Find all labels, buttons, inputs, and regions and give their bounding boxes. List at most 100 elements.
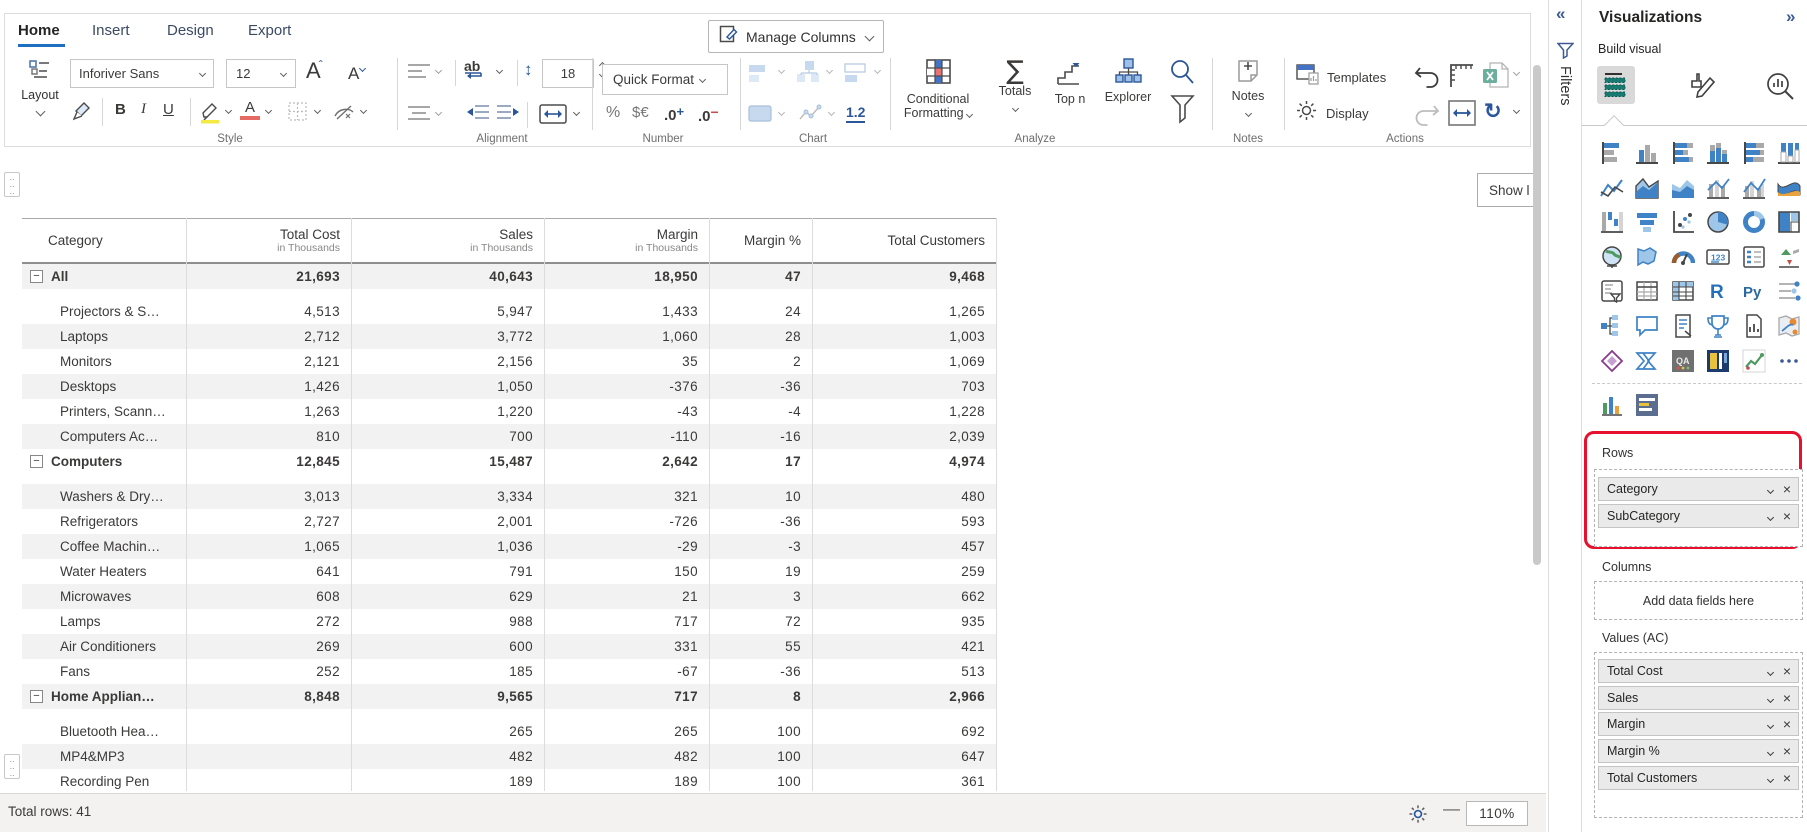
bold-button[interactable]: B xyxy=(115,101,126,118)
table-row[interactable]: Bluetooth Hea…265265100692 xyxy=(22,719,997,744)
visual-icon-qa-visual[interactable] xyxy=(1635,314,1659,338)
field-dropdown-icon[interactable] xyxy=(1768,717,1773,731)
chart-cell-button[interactable] xyxy=(748,104,774,129)
remove-field-icon[interactable]: × xyxy=(1783,481,1791,497)
remove-field-icon[interactable]: × xyxy=(1783,716,1791,732)
row-field-category[interactable]: Category× xyxy=(1598,477,1799,501)
table-row[interactable]: MP4&MP3482482100647 xyxy=(22,744,997,769)
search-icon[interactable] xyxy=(1168,58,1196,91)
visual-icon-line-clustered-column-chart[interactable] xyxy=(1742,176,1766,200)
decrease-font-button[interactable]: A xyxy=(348,64,365,84)
increase-decimal-button[interactable]: .0+ xyxy=(664,104,684,124)
remove-field-icon[interactable]: × xyxy=(1783,743,1791,759)
redo-button[interactable] xyxy=(1414,102,1440,131)
visual-icon-line-stacked-column-chart[interactable] xyxy=(1706,176,1730,200)
visual-icon-clustered-column-chart[interactable] xyxy=(1635,141,1659,165)
table-row[interactable]: −Home Applian…8,8489,56571782,966 xyxy=(22,684,997,709)
visual-icon-inforiver-charts[interactable] xyxy=(1600,393,1624,417)
resize-button[interactable] xyxy=(1448,62,1475,93)
highlight-color-button[interactable] xyxy=(198,100,222,129)
collapse-row-icon[interactable]: − xyxy=(30,270,43,283)
show-button[interactable]: Show l xyxy=(1477,173,1533,207)
value-field-total-customers[interactable]: Total Customers× xyxy=(1598,766,1799,790)
value-field-sales[interactable]: Sales× xyxy=(1598,686,1799,710)
table-row[interactable]: Washers & Dry…3,0133,33432110480 xyxy=(22,484,997,509)
visual-icon-funnel-chart[interactable] xyxy=(1635,210,1659,234)
explorer-button[interactable]: Explorer xyxy=(1098,58,1158,104)
analytics-tab[interactable] xyxy=(1766,72,1795,106)
tab-export[interactable]: Export xyxy=(248,22,291,39)
table-row[interactable]: Laptops2,7123,7721,060281,003 xyxy=(22,324,997,349)
vertical-scrollbar[interactable] xyxy=(1533,65,1541,565)
table-row[interactable]: Recording Pen189189100361 xyxy=(22,769,997,791)
visual-icon-pie-chart[interactable] xyxy=(1706,210,1730,234)
expand-filters-icon[interactable]: « xyxy=(1556,4,1565,24)
format-painter-icon[interactable] xyxy=(70,100,94,129)
column-header[interactable]: Total Customers xyxy=(813,219,997,262)
visual-icon-ribbon-chart[interactable] xyxy=(1777,176,1801,200)
table-row[interactable]: Fans252185-67-36513 xyxy=(22,659,997,684)
wrap-text-button[interactable]: ab xyxy=(464,58,486,80)
tab-design[interactable]: Design xyxy=(167,22,214,39)
visual-icon-valq[interactable] xyxy=(1742,349,1766,373)
visual-icon-metrics[interactable] xyxy=(1706,314,1730,338)
horizontal-align-button[interactable] xyxy=(407,105,431,126)
table-row[interactable]: Refrigerators2,7272,001-726-36593 xyxy=(22,509,997,534)
drag-handle-bottom[interactable]: ∙∙∙∙∙∙ xyxy=(4,754,20,779)
table-row[interactable]: Air Conditioners26960033155421 xyxy=(22,634,997,659)
visual-icon-treemap[interactable] xyxy=(1777,210,1801,234)
column-header[interactable]: Total Costin Thousands xyxy=(187,219,352,262)
italic-button[interactable]: I xyxy=(141,101,146,118)
visual-icon-scatter-chart[interactable] xyxy=(1671,210,1695,234)
table-row[interactable]: Printers, Scann…1,2631,220-43-41,228 xyxy=(22,399,997,424)
tab-insert[interactable]: Insert xyxy=(92,22,130,39)
visual-icon-stacked-area-chart[interactable] xyxy=(1671,176,1695,200)
status-settings-icon[interactable] xyxy=(1408,804,1428,829)
font-color-button[interactable]: A xyxy=(240,99,260,120)
visual-icon-kpi[interactable] xyxy=(1777,245,1801,269)
visual-icon-arcgis-map[interactable] xyxy=(1777,314,1801,338)
chart-combo-button[interactable] xyxy=(844,62,870,91)
fit-width-button[interactable] xyxy=(1448,100,1476,131)
totals-button[interactable]: ∑ Totals xyxy=(990,56,1040,116)
tab-home[interactable]: Home xyxy=(18,22,60,39)
visual-icon-line-chart[interactable] xyxy=(1600,176,1624,200)
field-dropdown-icon[interactable] xyxy=(1768,744,1773,758)
visual-icon-100-stacked-column-chart[interactable] xyxy=(1777,141,1801,165)
visual-icon-decomposition-tree[interactable] xyxy=(1600,314,1624,338)
increase-font-button[interactable]: Aˆ xyxy=(306,58,323,84)
zoom-out-button[interactable]: — xyxy=(1443,799,1460,819)
visual-icon-multi-row-card[interactable] xyxy=(1742,245,1766,269)
indent-decrease-button[interactable] xyxy=(466,104,490,127)
visual-icon-matrix[interactable] xyxy=(1671,279,1695,303)
vertical-align-button[interactable] xyxy=(407,63,431,84)
indent-increase-button[interactable] xyxy=(496,104,520,127)
chart-bar-button[interactable] xyxy=(748,62,774,91)
chart-hierarchy-button[interactable] xyxy=(796,60,822,91)
visual-icon-clustered-bar-chart[interactable] xyxy=(1600,141,1624,165)
field-dropdown-icon[interactable] xyxy=(1768,482,1773,496)
field-dropdown-icon[interactable] xyxy=(1768,509,1773,523)
collapse-pane-icon[interactable]: » xyxy=(1786,7,1795,27)
column-header[interactable]: Marginin Thousands xyxy=(545,219,710,262)
visual-icon-map[interactable] xyxy=(1600,245,1624,269)
visual-icon-table[interactable] xyxy=(1635,279,1659,303)
refresh-button[interactable]: ↻ xyxy=(1484,99,1502,124)
visual-icon-inforiver-qa[interactable]: QA xyxy=(1671,349,1695,373)
row-height-input[interactable]: 18 xyxy=(542,59,594,88)
remove-field-icon[interactable]: × xyxy=(1783,663,1791,679)
merge-cells-button[interactable] xyxy=(538,103,568,130)
zoom-level-box[interactable]: 110% xyxy=(1466,801,1528,826)
visual-icon-inforiver-matrix[interactable] xyxy=(1706,349,1730,373)
collapse-row-icon[interactable]: − xyxy=(30,690,43,703)
table-row[interactable]: Water Heaters64179115019259 xyxy=(22,559,997,584)
visual-icon-slicer[interactable] xyxy=(1600,279,1624,303)
table-row[interactable]: Desktops1,4261,050-376-36703 xyxy=(22,374,997,399)
underline-button[interactable]: U xyxy=(163,101,174,118)
table-row[interactable]: Monitors2,1212,1563521,069 xyxy=(22,349,997,374)
field-dropdown-icon[interactable] xyxy=(1768,664,1773,678)
visual-icon-key-influencers[interactable] xyxy=(1777,279,1801,303)
borders-button[interactable] xyxy=(286,100,309,128)
visual-icon-r-script[interactable]: R xyxy=(1706,279,1730,303)
visual-icon-inforiver-writeback[interactable] xyxy=(1635,393,1659,417)
